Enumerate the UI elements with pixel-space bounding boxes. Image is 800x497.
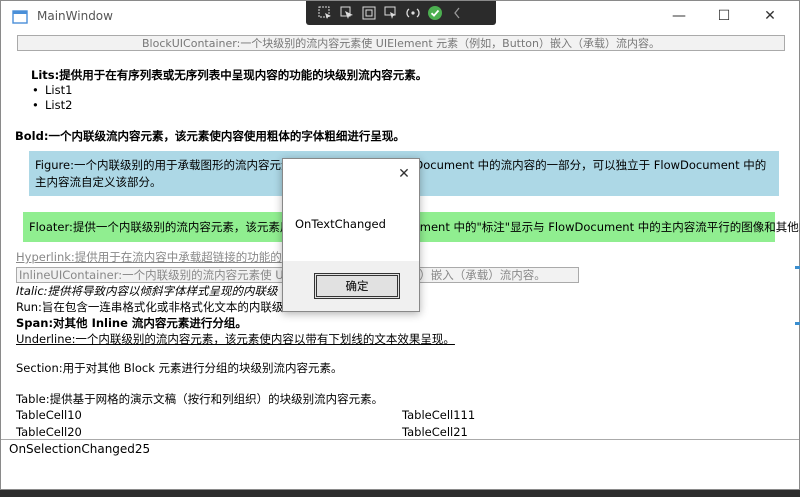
section-text: Section:用于对其他 Block 元素进行分组的块级别流内容元素。 xyxy=(16,361,343,375)
dialog-footer: 确定 xyxy=(283,261,419,311)
app-icon xyxy=(12,10,28,24)
bold-paragraph: Bold:一个内联级流内容元素，该元素使内容使用粗体的字体粗细进行呈现。 xyxy=(15,129,405,143)
dialog-close-button[interactable]: ✕ xyxy=(395,165,413,183)
table-cell: TableCell10 xyxy=(16,408,82,422)
collapse-icon[interactable] xyxy=(448,4,466,22)
ok-button[interactable]: 确定 xyxy=(314,273,400,299)
select-element-icon[interactable] xyxy=(316,4,334,22)
window-title: MainWindow xyxy=(37,9,113,23)
close-button[interactable]: ✕ xyxy=(747,1,793,31)
minimize-button[interactable]: — xyxy=(656,1,702,31)
list-title: Lits:提供用于在有序列表或无序列表中呈现内容的功能的块级别流内容元素。 xyxy=(31,68,428,82)
hyperlink[interactable]: Hyperlink:提供用于在流内容中承载超链接的功能的 xyxy=(16,250,282,265)
table-cell: TableCell111 xyxy=(402,408,476,422)
run-text: Run:旨在包含一连串格式化或非格式化文本的内联级 xyxy=(16,300,284,314)
status-text: OnSelectionChanged25 xyxy=(9,442,151,456)
cursor-icon[interactable] xyxy=(338,4,356,22)
message-box: ✕ OnTextChanged 确定 xyxy=(282,158,420,312)
italic-text: Italic:提供将导致内容以倾斜字体样式呈现的内联级 xyxy=(16,284,278,298)
list-item: List2 xyxy=(32,98,73,113)
dialog-message: OnTextChanged xyxy=(295,217,386,231)
maximize-button[interactable]: ☐ xyxy=(701,1,747,31)
table-title: Table:提供基于网格的演示文稿（按行和列组织）的块级别流内容元素。 xyxy=(16,392,384,406)
background-window xyxy=(0,490,800,497)
debug-toolbar xyxy=(306,1,496,25)
list-item: List1 xyxy=(32,83,73,98)
pointer-select-icon[interactable] xyxy=(382,4,400,22)
block-ui-container: BlockUIContainer:一个块级别的流内容元素使 UIElement … xyxy=(17,35,785,51)
hot-reload-icon[interactable] xyxy=(404,4,422,22)
divider xyxy=(1,439,799,440)
title-bar[interactable]: MainWindow — ☐ ✕ xyxy=(1,1,799,31)
layout-icon[interactable] xyxy=(360,4,378,22)
background-indicator xyxy=(795,266,800,269)
table-cell: TableCell21 xyxy=(402,425,468,439)
span-text: Span:对其他 Inline 流内容元素进行分组。 xyxy=(16,316,247,330)
background-indicator xyxy=(795,322,800,325)
check-icon[interactable] xyxy=(426,4,444,22)
table-cell: TableCell20 xyxy=(16,425,82,439)
underline-text: Underline:一个内联级别的流内容元素，该元素使内容以带有下划线的文本效果… xyxy=(16,332,455,346)
